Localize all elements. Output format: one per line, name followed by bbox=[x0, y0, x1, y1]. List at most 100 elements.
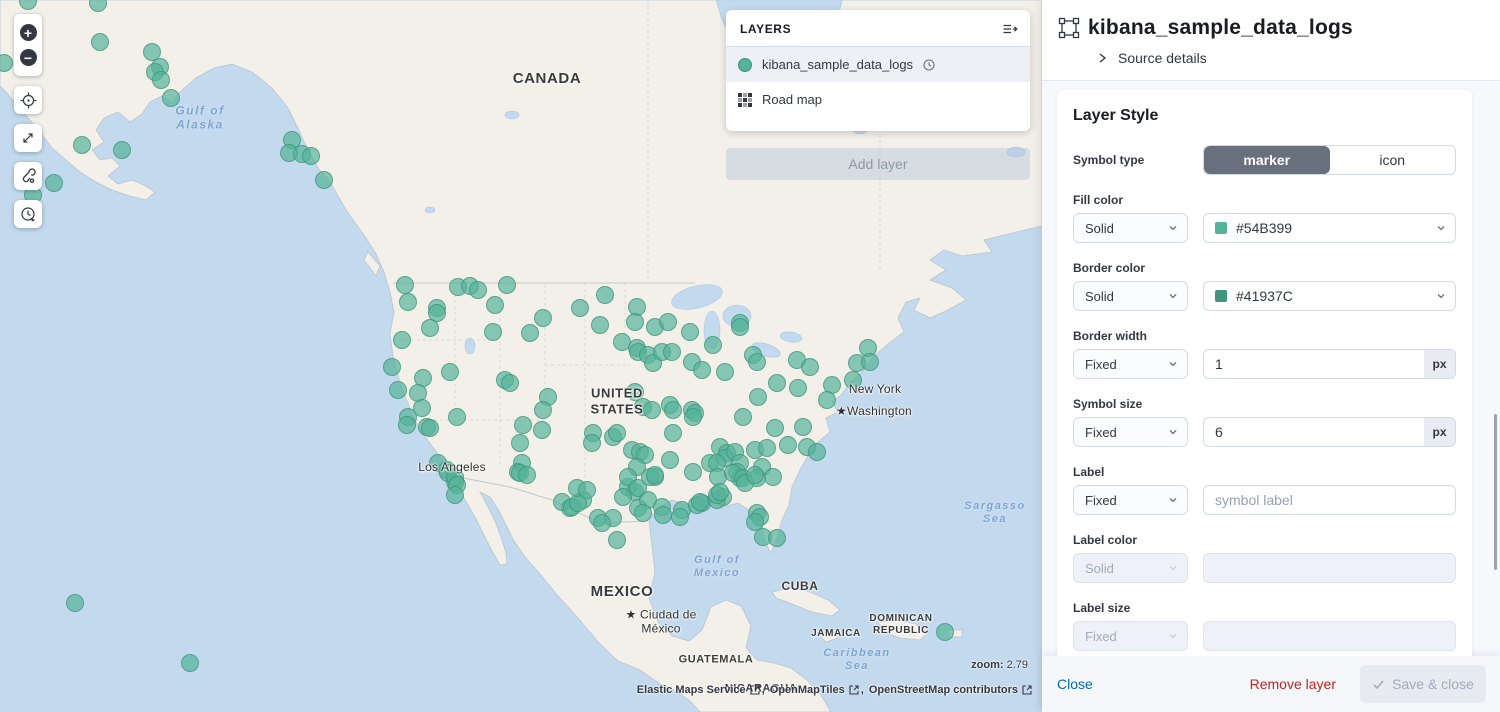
data-point[interactable] bbox=[470, 282, 487, 299]
data-point[interactable] bbox=[665, 402, 682, 419]
fill-color-picker[interactable]: #54B399 bbox=[1203, 213, 1456, 243]
data-point[interactable] bbox=[449, 409, 466, 426]
data-point[interactable] bbox=[502, 375, 519, 392]
data-point[interactable] bbox=[862, 354, 879, 371]
layer-row-kibana-sample-data-logs[interactable]: kibana_sample_data_logs bbox=[726, 47, 1030, 82]
border-width-input[interactable] bbox=[1204, 350, 1424, 378]
data-point[interactable] bbox=[515, 417, 532, 434]
zoom-in-icon[interactable]: + bbox=[20, 24, 37, 41]
data-point[interactable] bbox=[712, 484, 729, 501]
data-point[interactable] bbox=[685, 464, 702, 481]
data-point[interactable] bbox=[487, 297, 504, 314]
label-mode-select[interactable]: Fixed bbox=[1073, 485, 1188, 515]
data-point[interactable] bbox=[685, 409, 702, 426]
data-point[interactable] bbox=[519, 467, 536, 484]
remove-layer-button[interactable]: Remove layer bbox=[1250, 676, 1336, 692]
border-width-mode-select[interactable]: Fixed bbox=[1073, 349, 1188, 379]
data-point[interactable] bbox=[717, 364, 734, 381]
data-point[interactable] bbox=[67, 595, 84, 612]
collapse-panel-icon[interactable] bbox=[1002, 21, 1018, 37]
data-point[interactable] bbox=[397, 277, 414, 294]
data-point[interactable] bbox=[579, 482, 596, 499]
symbol-type-icon-button[interactable]: icon bbox=[1330, 146, 1456, 174]
data-point[interactable] bbox=[447, 487, 464, 504]
data-point[interactable] bbox=[442, 364, 459, 381]
symbol-type-marker-button[interactable]: marker bbox=[1204, 146, 1330, 174]
data-point[interactable] bbox=[769, 530, 786, 547]
zoom-out-icon[interactable]: − bbox=[20, 49, 37, 66]
data-point[interactable] bbox=[410, 385, 427, 402]
save-and-close-button[interactable]: Save & close bbox=[1360, 665, 1486, 703]
data-point[interactable] bbox=[747, 514, 764, 531]
border-color-mode-select[interactable]: Solid bbox=[1073, 281, 1188, 311]
data-point[interactable] bbox=[182, 655, 199, 672]
data-point[interactable] bbox=[384, 359, 401, 376]
data-point[interactable] bbox=[594, 515, 611, 532]
attribution-link-openstreetmap[interactable]: OpenStreetMap contributors bbox=[869, 684, 1018, 696]
data-point[interactable] bbox=[597, 287, 614, 304]
data-point[interactable] bbox=[749, 354, 766, 371]
data-point[interactable] bbox=[655, 507, 672, 524]
set-view-button[interactable] bbox=[14, 86, 42, 114]
data-point[interactable] bbox=[759, 440, 776, 457]
data-point[interactable] bbox=[682, 324, 699, 341]
layer-row-road-map[interactable]: Road map bbox=[726, 82, 1030, 117]
data-point[interactable] bbox=[747, 467, 764, 484]
data-point[interactable] bbox=[74, 137, 91, 154]
data-point[interactable] bbox=[660, 314, 677, 331]
data-point[interactable] bbox=[499, 277, 516, 294]
data-point[interactable] bbox=[572, 300, 589, 317]
fit-to-bounds-button[interactable] bbox=[14, 124, 42, 152]
data-point[interactable] bbox=[627, 384, 644, 401]
data-point[interactable] bbox=[665, 425, 682, 442]
data-point[interactable] bbox=[163, 90, 180, 107]
data-point[interactable] bbox=[522, 325, 539, 342]
data-point[interactable] bbox=[795, 419, 812, 436]
close-button[interactable]: Close bbox=[1057, 676, 1093, 692]
data-point[interactable] bbox=[614, 334, 631, 351]
data-point[interactable] bbox=[705, 337, 722, 354]
data-point[interactable] bbox=[937, 624, 954, 641]
data-point[interactable] bbox=[635, 505, 652, 522]
add-layer-button[interactable]: Add layer bbox=[726, 148, 1030, 180]
data-point[interactable] bbox=[780, 437, 797, 454]
data-point[interactable] bbox=[592, 317, 609, 334]
data-point[interactable] bbox=[809, 444, 826, 461]
data-point[interactable] bbox=[422, 420, 439, 437]
data-point[interactable] bbox=[394, 332, 411, 349]
data-point[interactable] bbox=[512, 435, 529, 452]
data-point[interactable] bbox=[390, 382, 407, 399]
data-point[interactable] bbox=[694, 362, 711, 379]
tools-button[interactable] bbox=[14, 162, 42, 190]
data-point[interactable] bbox=[535, 310, 552, 327]
data-point[interactable] bbox=[629, 299, 646, 316]
data-point[interactable] bbox=[0, 55, 13, 72]
source-details-toggle[interactable]: Source details bbox=[1096, 50, 1484, 66]
data-point[interactable] bbox=[400, 294, 417, 311]
data-point[interactable] bbox=[824, 377, 841, 394]
symbol-size-mode-select[interactable]: Fixed bbox=[1073, 417, 1188, 447]
data-point[interactable] bbox=[615, 489, 632, 506]
border-color-picker[interactable]: #41937C bbox=[1203, 281, 1456, 311]
symbol-label-input[interactable] bbox=[1203, 485, 1456, 515]
data-point[interactable] bbox=[769, 375, 786, 392]
data-point[interactable] bbox=[765, 469, 782, 486]
data-point[interactable] bbox=[114, 142, 131, 159]
data-point[interactable] bbox=[415, 370, 432, 387]
data-point[interactable] bbox=[535, 402, 552, 419]
data-point[interactable] bbox=[422, 320, 439, 337]
data-point[interactable] bbox=[750, 389, 767, 406]
data-point[interactable] bbox=[144, 44, 161, 61]
data-point[interactable] bbox=[153, 72, 170, 89]
fill-color-mode-select[interactable]: Solid bbox=[1073, 213, 1188, 243]
data-point[interactable] bbox=[735, 409, 752, 426]
data-point[interactable] bbox=[732, 319, 749, 336]
attribution-link-elastic-maps-service[interactable]: Elastic Maps Service bbox=[637, 684, 746, 696]
data-point[interactable] bbox=[662, 452, 679, 469]
data-point[interactable] bbox=[303, 148, 320, 165]
data-point[interactable] bbox=[316, 172, 333, 189]
data-point[interactable] bbox=[647, 467, 664, 484]
flyout-scrollbar-thumb[interactable] bbox=[1494, 414, 1497, 570]
data-point[interactable] bbox=[644, 402, 661, 419]
data-point[interactable] bbox=[92, 34, 109, 51]
